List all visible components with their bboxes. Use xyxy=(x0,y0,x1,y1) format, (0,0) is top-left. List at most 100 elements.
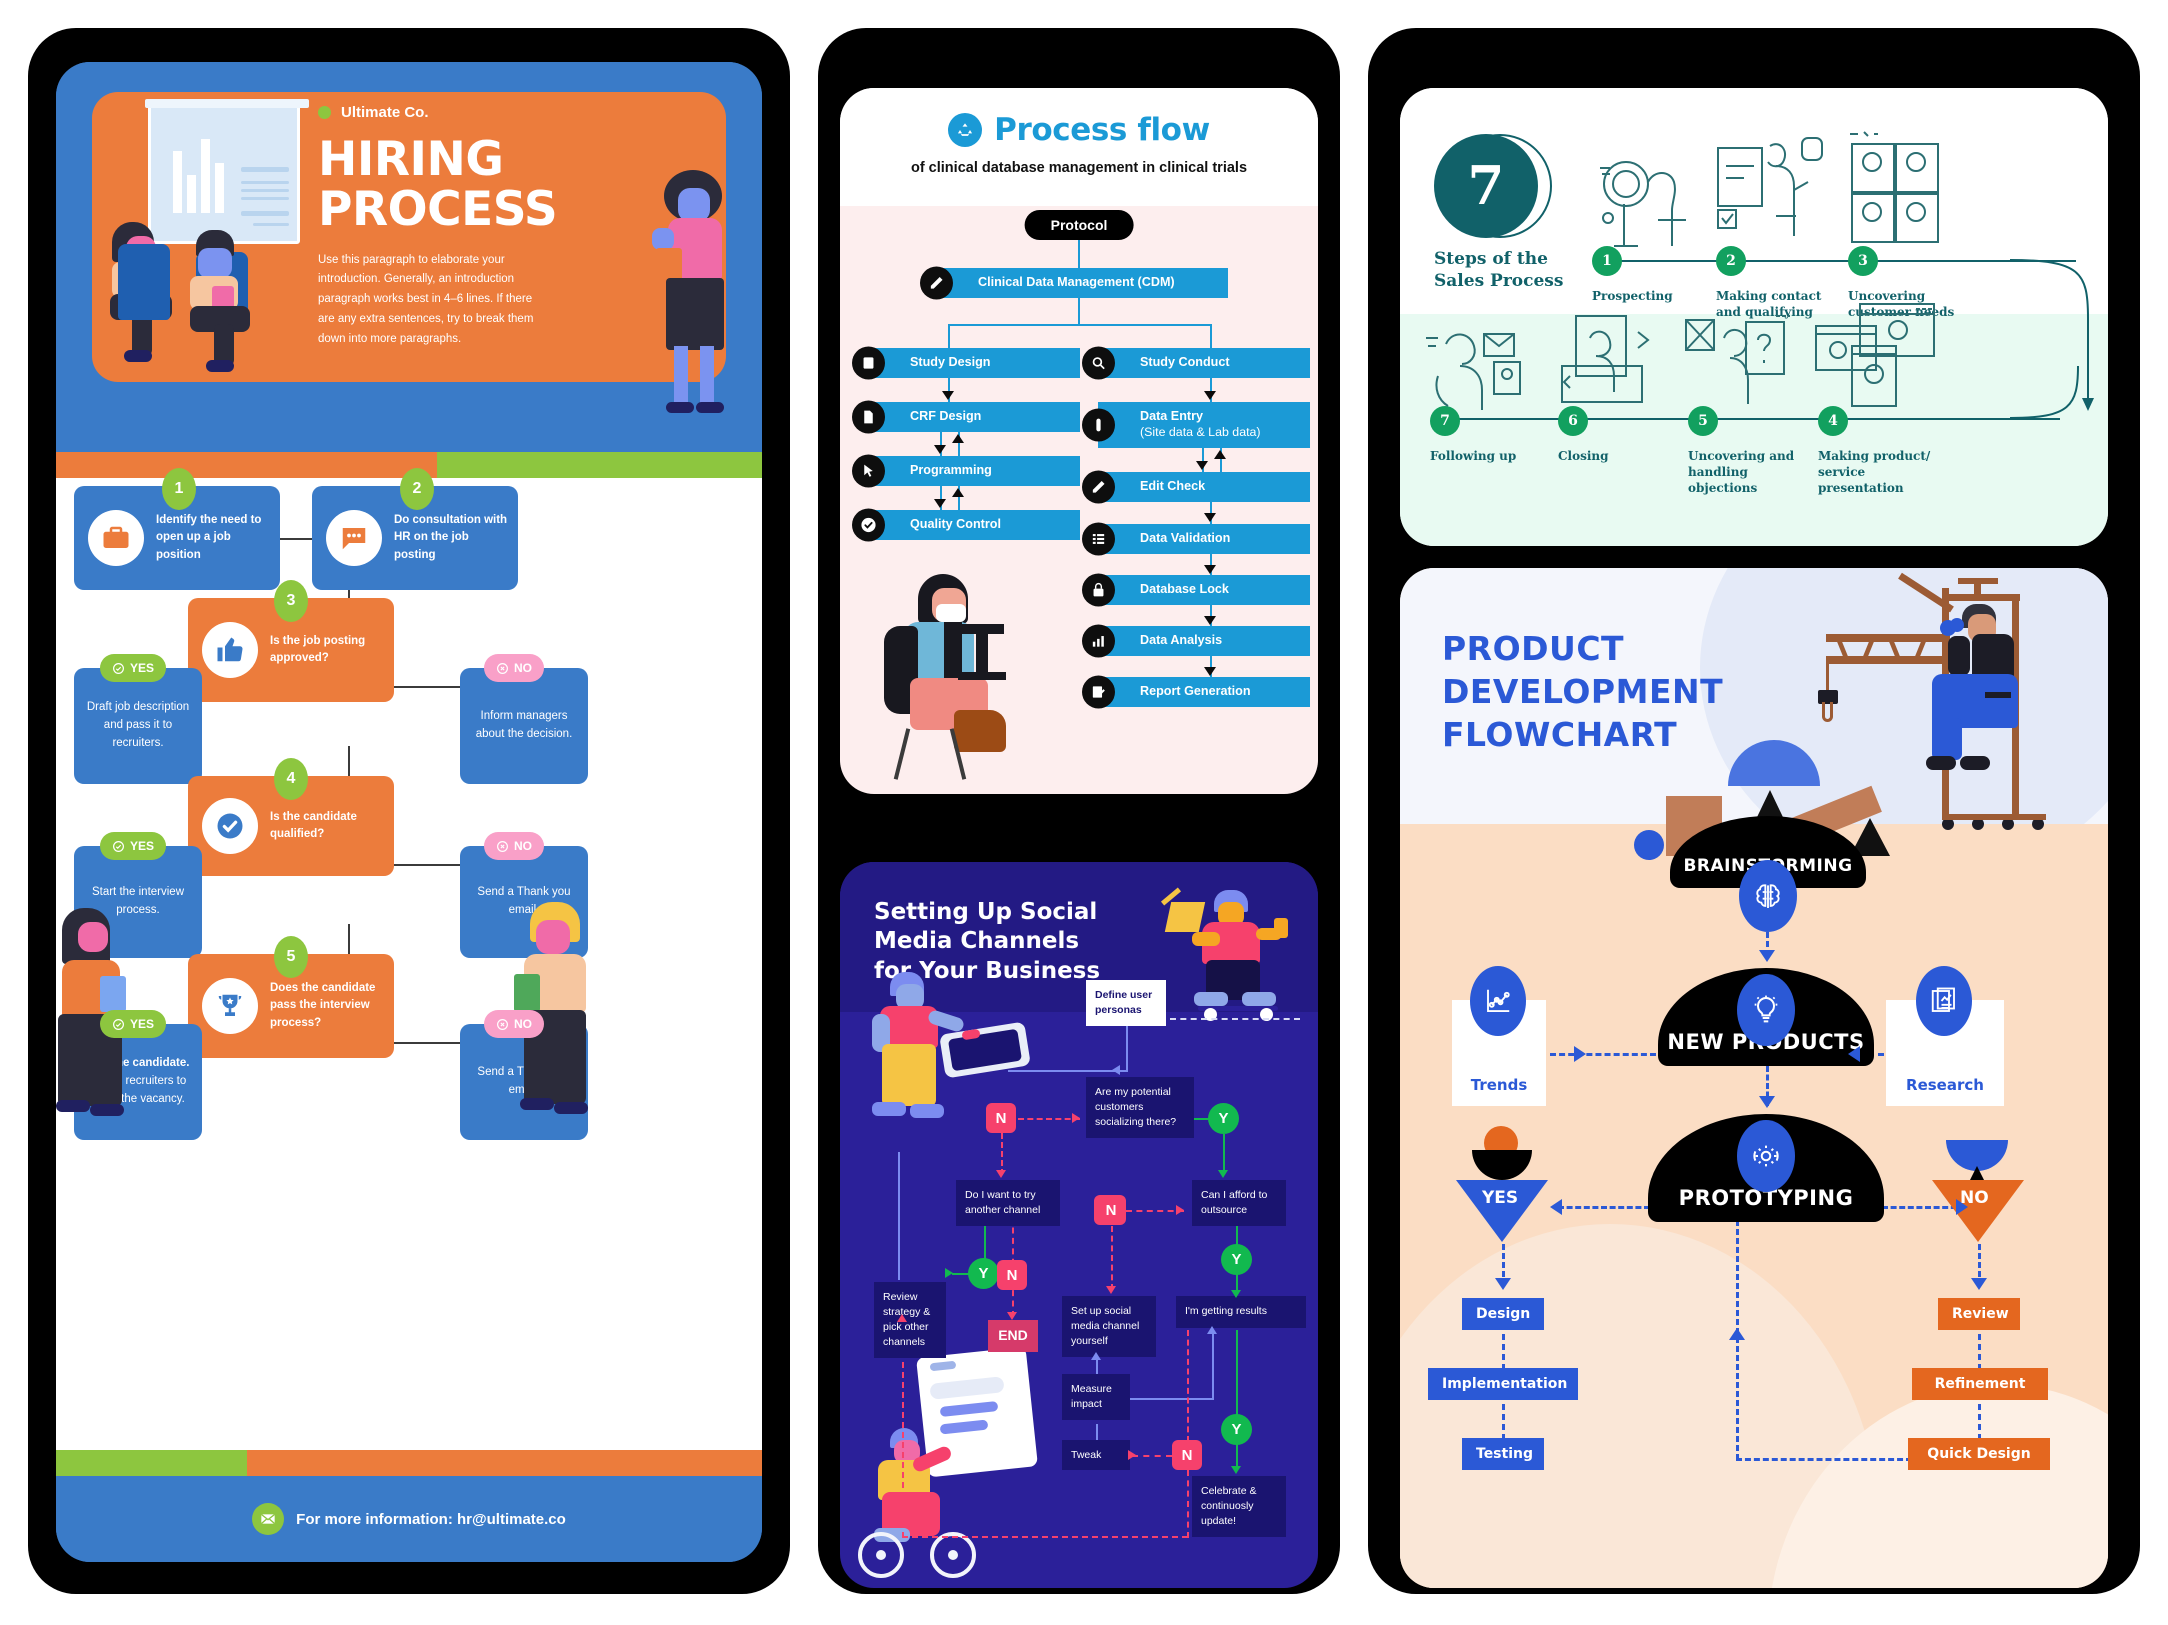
product-development-card: PRODUCT DEVELOPMENT FLOWCHART NEW PRODUC… xyxy=(1400,568,2108,1588)
step-label-2: Do consultation with HR on the job posti… xyxy=(394,514,508,561)
connector xyxy=(1736,1184,1739,1460)
social-media-card: Setting Up Social Media Channels for You… xyxy=(840,862,1318,1588)
left-node-3[interactable]: Quality Control xyxy=(852,508,1080,542)
brand-name: Ultimate Co. xyxy=(341,104,429,121)
yes-pill-3: YES xyxy=(100,654,167,682)
video-grid-icon xyxy=(1850,131,1939,243)
outcome-3-no[interactable]: Inform managers about the decision. xyxy=(460,668,588,784)
cdm-node[interactable]: Clinical Data Management (CDM) xyxy=(920,266,1228,300)
node-celebrate[interactable]: Celebrate & continuosly update! xyxy=(1192,1476,1286,1537)
btn-implementation[interactable]: Implementation xyxy=(1428,1368,1578,1400)
btn-review[interactable]: Review xyxy=(1938,1298,2020,1330)
left-node-0[interactable]: Study Design xyxy=(852,346,1080,380)
email-person-icon xyxy=(1426,333,1521,410)
token-no-1: N xyxy=(986,1103,1016,1133)
briefcase-icon xyxy=(88,510,144,566)
check-circle-icon xyxy=(852,508,885,542)
outcome-3-yes[interactable]: Draft job description and pass it to rec… xyxy=(74,668,202,784)
sales-step-4[interactable]: 4 Making product/ service presentation xyxy=(1818,406,1948,496)
connector xyxy=(1212,1330,1214,1400)
sales-step-7[interactable]: 7 Following up xyxy=(1430,406,1560,464)
node-socializing[interactable]: Are my potential customers socializing t… xyxy=(1086,1077,1194,1138)
connector xyxy=(1008,1070,1128,1072)
btn-quick-design[interactable]: Quick Design xyxy=(1908,1438,2050,1470)
footer-contact: For more information: hr@ultimate.co xyxy=(296,1510,566,1528)
step-badge-2: 2 xyxy=(400,468,434,510)
node-review-strategy[interactable]: Review strategy & pick other channels xyxy=(874,1282,946,1358)
left-node-1[interactable]: CRF Design xyxy=(852,400,1080,434)
connector xyxy=(1187,1330,1189,1442)
cursor-icon xyxy=(852,454,885,488)
token-no-3: N xyxy=(997,1260,1027,1290)
protocol-node[interactable]: Protocol xyxy=(1024,210,1134,240)
check-circle-icon xyxy=(202,798,258,854)
connector xyxy=(1978,1404,1981,1440)
hiring-process-card: Ultimate Co. HIRING PROCESS Use this par… xyxy=(56,62,762,1562)
pen-icon xyxy=(920,266,953,300)
sales-process-label: Steps of the Sales Process xyxy=(1434,249,1564,292)
node-setup-channel[interactable]: Set up social media channel yourself xyxy=(1062,1296,1156,1357)
connector xyxy=(1018,1118,1080,1120)
left-node-2[interactable]: Programming xyxy=(852,454,1080,488)
token-yes-2: Y xyxy=(968,1258,999,1289)
right-node-4[interactable]: Database Lock xyxy=(1082,573,1310,607)
yes-pill-4: YES xyxy=(100,832,167,860)
skateboarder-illustration xyxy=(1158,887,1308,1021)
right-node-3[interactable]: Data Validation xyxy=(1082,522,1310,556)
node-tweak[interactable]: Tweak xyxy=(1062,1440,1130,1470)
trophy-icon xyxy=(202,978,258,1034)
node-measure-impact[interactable]: Measure impact xyxy=(1062,1374,1130,1420)
node-another-channel[interactable]: Do I want to try another channel xyxy=(956,1180,1060,1226)
connector xyxy=(1130,1398,1214,1400)
sales-step-6[interactable]: 6 Closing xyxy=(1558,406,1688,464)
sales-step-1[interactable]: 1 Prospecting xyxy=(1592,246,1722,304)
thumbs-up-icon xyxy=(202,622,258,678)
bar-chart-icon xyxy=(1082,624,1115,658)
connector xyxy=(1126,1018,1128,1072)
connector xyxy=(948,324,950,348)
step-badge-5: 5 xyxy=(274,936,308,978)
connector xyxy=(898,1152,900,1280)
node-end[interactable]: END xyxy=(988,1320,1038,1352)
gear-icon xyxy=(1737,1120,1795,1192)
token-yes-3: Y xyxy=(1221,1244,1252,1275)
presentation-person-icon xyxy=(1717,137,1823,236)
magnifier-person-icon xyxy=(1600,161,1686,247)
intro-paragraph: Use this paragraph to elaborate your int… xyxy=(318,253,534,345)
decision-label-5: Does the candidate pass the interview pr… xyxy=(270,982,376,1029)
right-node-2[interactable]: Edit Check xyxy=(1082,470,1310,504)
recycle-circle-icon xyxy=(948,113,983,147)
right-node-5[interactable]: Data Analysis xyxy=(1082,624,1310,658)
right-node-0[interactable]: Study Conduct xyxy=(1082,346,1310,380)
right-node-1[interactable]: Data Entry (Site data & Lab data) xyxy=(1082,402,1310,448)
step-label-1: Identify the need to open up a job posit… xyxy=(156,514,262,561)
list-icon xyxy=(1082,522,1115,556)
hiring-flowchart: 1 Identify the need to open up a job pos… xyxy=(56,468,762,1478)
process-flow-subtitle: of clinical database management in clini… xyxy=(910,160,1248,176)
step-badge-3: 3 xyxy=(274,580,308,622)
cdm-label: Clinical Data Management (CDM) xyxy=(978,275,1175,290)
token-yes-1: Y xyxy=(1208,1103,1239,1134)
brain-icon xyxy=(1739,860,1797,932)
sales-step-5[interactable]: 5 Uncovering and handling objections xyxy=(1688,406,1818,496)
node-define-personas[interactable]: Define user personas xyxy=(1086,980,1166,1026)
timeline-return-curve xyxy=(2009,259,2094,419)
token-no-2b: N xyxy=(1096,1195,1126,1225)
no-pill-5: NO xyxy=(484,1010,544,1038)
chair-left xyxy=(118,244,170,320)
btn-design[interactable]: Design xyxy=(1462,1298,1544,1330)
btn-testing[interactable]: Testing xyxy=(1462,1438,1544,1470)
pen-icon xyxy=(1082,470,1115,504)
right-node-6[interactable]: Report Generation xyxy=(1082,675,1310,709)
connector xyxy=(948,324,1210,326)
node-afford-outsource[interactable]: Can I afford to outsource xyxy=(1192,1180,1286,1226)
step-badge-1: 1 xyxy=(162,468,196,510)
decision-label-4: Is the candidate qualified? xyxy=(270,810,357,840)
btn-refinement[interactable]: Refinement xyxy=(1912,1368,2048,1400)
connector xyxy=(1502,1404,1505,1440)
connector xyxy=(1736,1458,1912,1461)
node-getting-results[interactable]: I'm getting results xyxy=(1176,1296,1306,1328)
small-blue-sphere-decor xyxy=(1634,830,1664,860)
process-flow-card: Process flow of clinical database manage… xyxy=(840,88,1318,794)
connector xyxy=(1078,238,1080,268)
